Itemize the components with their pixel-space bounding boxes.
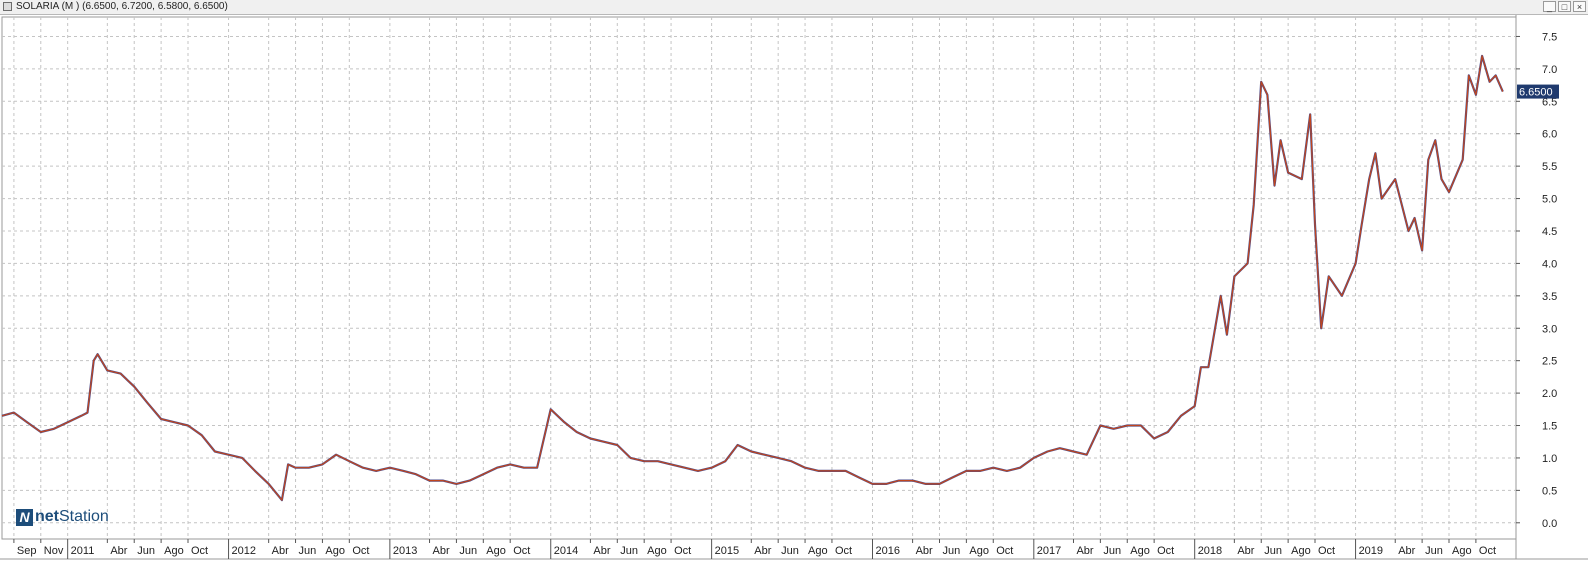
netstation-logo: N netStation xyxy=(16,508,109,526)
x-tick-label: Oct xyxy=(996,545,1013,557)
y-tick-label: 4.5 xyxy=(1542,226,1557,238)
y-tick-label: 7.0 xyxy=(1542,64,1557,76)
x-tick-label: Ago xyxy=(486,545,506,557)
x-tick-label: Jun xyxy=(1264,545,1282,557)
y-tick-label: 0.5 xyxy=(1542,485,1557,497)
x-tick-label: Abr xyxy=(754,545,771,557)
x-tick-label: Ago xyxy=(1452,545,1472,557)
y-tick-label: 2.0 xyxy=(1542,388,1557,400)
x-tick-label: Ago xyxy=(325,545,345,557)
minimize-button[interactable]: _ xyxy=(1543,1,1556,12)
x-tick-label: Oct xyxy=(1157,545,1174,557)
logo-text-station: Station xyxy=(59,508,109,525)
x-tick-label: Jun xyxy=(1425,545,1443,557)
x-tick-label: Sep xyxy=(17,545,37,557)
y-tick-label: 5.5 xyxy=(1542,161,1557,173)
x-tick-label: Ago xyxy=(1291,545,1311,557)
x-tick-label: Abr xyxy=(593,545,610,557)
last-value-text: 6.6500 xyxy=(1519,87,1553,99)
window-titlebar: SOLARIA (M ) (6.6500, 6.7200, 6.5800, 6.… xyxy=(0,0,1588,15)
plot-frame xyxy=(1,16,1517,540)
x-tick-label: Ago xyxy=(808,545,828,557)
x-tick-label: Oct xyxy=(1318,545,1335,557)
x-tick-label: Oct xyxy=(1479,545,1496,557)
x-tick-label: Abr xyxy=(433,545,450,557)
y-tick-label: 0.0 xyxy=(1542,518,1557,530)
x-tick-label: Oct xyxy=(674,545,691,557)
x-tick-label: Ago xyxy=(647,545,667,557)
x-tick-label: Oct xyxy=(835,545,852,557)
x-tick-label: Jun xyxy=(1103,545,1121,557)
x-tick-label: Jun xyxy=(942,545,960,557)
logo-text-net: net xyxy=(35,508,59,525)
y-tick-label: 3.0 xyxy=(1542,323,1557,335)
x-tick-label: Jun xyxy=(137,545,155,557)
y-tick-label: 4.0 xyxy=(1542,258,1557,270)
x-tick-label: 2013 xyxy=(393,545,417,557)
y-axis: 0.0 0.5 1.0 1.5 2.0 2.5 3.0 3.5 4.0 4.5 5.0 5.5 6.0 6… xyxy=(1516,31,1557,530)
y-tick-label: 3.5 xyxy=(1542,291,1557,303)
close-button[interactable]: × xyxy=(1573,1,1586,12)
x-tick-label: Oct xyxy=(513,545,530,557)
x-tick-label: Oct xyxy=(191,545,208,557)
window-controls: _ □ × xyxy=(1543,1,1586,13)
x-tick-label: 2011 xyxy=(71,545,95,557)
y-tick-label: 1.0 xyxy=(1542,453,1557,465)
x-tick-label: Nov xyxy=(44,545,64,557)
last-value-label: 6.6500 xyxy=(1517,84,1559,99)
x-tick-label: Abr xyxy=(110,545,127,557)
x-tick-label: 2012 xyxy=(232,545,256,557)
x-tick-label: 2014 xyxy=(554,545,578,557)
price-chart[interactable]: 0.0 0.5 1.0 1.5 2.0 2.5 3.0 3.5 4.0 4.5 5.0 5.5 6.0 6… xyxy=(0,15,1588,566)
x-tick-label: Abr xyxy=(1076,545,1093,557)
x-tick-label: 2017 xyxy=(1037,545,1061,557)
x-tick-label: 2015 xyxy=(715,545,739,557)
y-tick-label: 2.5 xyxy=(1542,356,1557,368)
y-tick-label: 7.5 xyxy=(1542,31,1557,43)
window-title: SOLARIA (M ) (6.6500, 6.7200, 6.5800, 6.… xyxy=(16,1,228,12)
x-tick-label: Ago xyxy=(1130,545,1150,557)
x-tick-label: Jun xyxy=(781,545,799,557)
x-tick-label: Jun xyxy=(299,545,317,557)
x-tick-label: Jun xyxy=(620,545,638,557)
x-tick-label: Jun xyxy=(459,545,477,557)
x-tick-label: Abr xyxy=(272,545,289,557)
window-icon xyxy=(3,2,12,11)
x-tick-label: 2016 xyxy=(875,545,899,557)
netstation-logo-icon: N xyxy=(16,508,33,526)
y-tick-label: 1.5 xyxy=(1542,421,1557,433)
x-tick-label: 2018 xyxy=(1198,545,1222,557)
x-axis: Sep Nov 2011 Abr Jun Ago Oct 2012 Abr Jun Ago Oct 20… xyxy=(0,539,1588,560)
x-tick-label: Ago xyxy=(969,545,989,557)
x-tick-label: Ago xyxy=(164,545,184,557)
chart-grid xyxy=(1,15,1517,559)
x-tick-label: Oct xyxy=(352,545,369,557)
x-tick-label: Abr xyxy=(1398,545,1415,557)
x-tick-label: Abr xyxy=(1237,545,1254,557)
y-tick-label: 5.0 xyxy=(1542,194,1557,206)
x-tick-label: Abr xyxy=(916,545,933,557)
y-tick-label: 6.0 xyxy=(1542,129,1557,141)
x-tick-label: 2019 xyxy=(1359,545,1383,557)
maximize-button[interactable]: □ xyxy=(1558,1,1571,12)
